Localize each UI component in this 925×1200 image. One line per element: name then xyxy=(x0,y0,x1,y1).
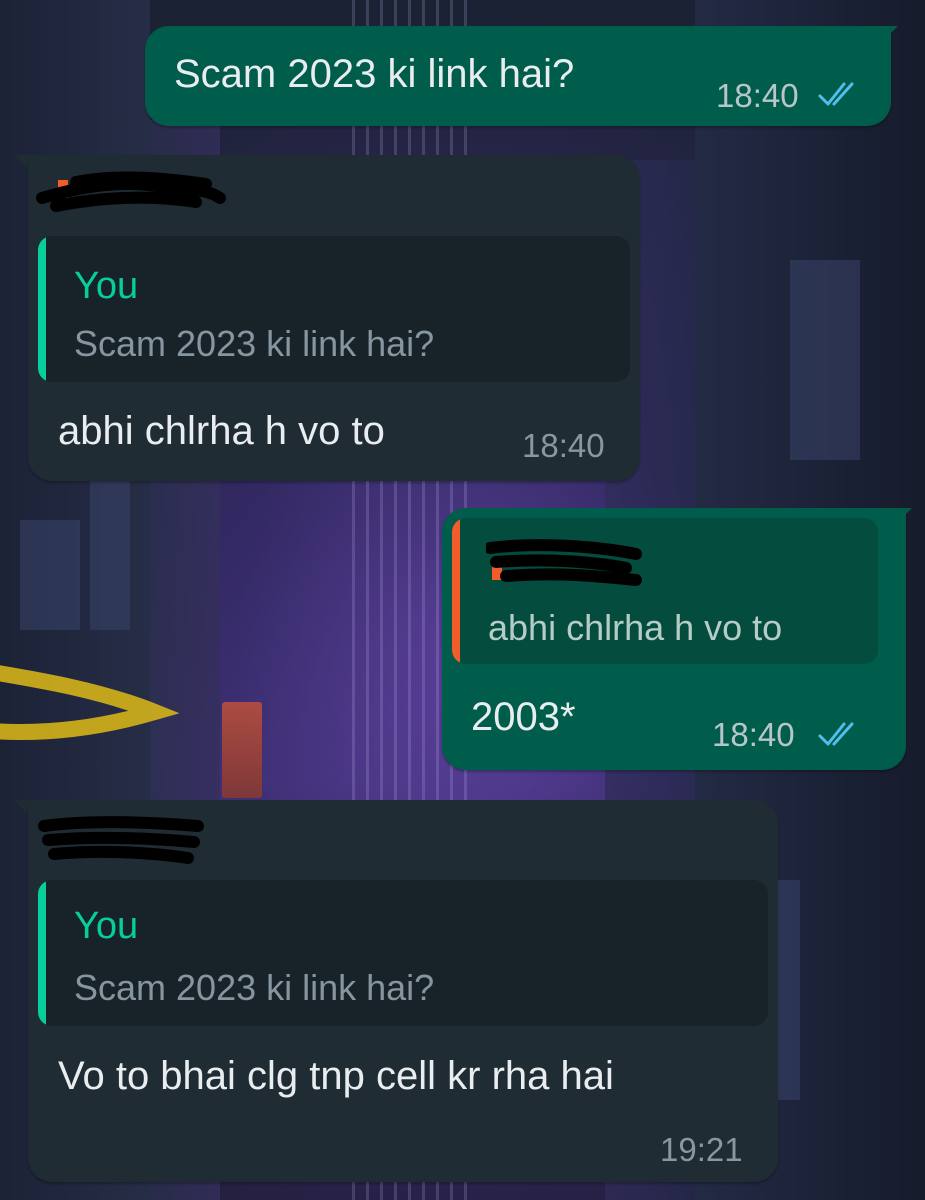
wallpaper-window xyxy=(790,260,860,460)
message-time: 18:40 xyxy=(716,77,799,114)
double-check-read-icon xyxy=(818,82,854,106)
redacted-sender-name xyxy=(36,171,226,212)
quoted-message[interactable]: abhi chlrha h vo to xyxy=(452,518,878,664)
message-text: abhi chlrha h vo to xyxy=(58,409,385,453)
message-time: 18:40 xyxy=(522,427,605,464)
wallpaper-window xyxy=(20,520,80,630)
quote-accent-bar xyxy=(452,518,460,664)
yellow-highlight-scribble xyxy=(0,665,180,740)
message-text: Scam 2023 ki link hai? xyxy=(174,52,575,96)
quote-author: You xyxy=(74,905,139,947)
quote-author: You xyxy=(74,265,139,307)
quote-accent-bar xyxy=(38,880,46,1026)
quoted-message[interactable]: You Scam 2023 ki link hai? xyxy=(38,880,768,1026)
wallpaper-window xyxy=(90,470,130,630)
quoted-message[interactable]: You Scam 2023 ki link hai? xyxy=(38,236,630,382)
wallpaper-neon-sign xyxy=(222,702,262,798)
quote-accent-bar xyxy=(38,236,46,382)
redacted-quote-author xyxy=(486,539,642,586)
redacted-sender-name xyxy=(38,816,204,864)
quote-text: abhi chlrha h vo to xyxy=(488,607,783,648)
quote-text: Scam 2023 ki link hai? xyxy=(74,967,435,1008)
double-check-read-icon xyxy=(818,722,854,746)
message-text: Vo to bhai clg tnp cell kr rha hai xyxy=(58,1054,614,1098)
message-time: 18:40 xyxy=(712,716,795,753)
message-time: 19:21 xyxy=(660,1131,743,1168)
quote-text: Scam 2023 ki link hai? xyxy=(74,323,435,364)
message-text: 2003* xyxy=(471,695,576,739)
